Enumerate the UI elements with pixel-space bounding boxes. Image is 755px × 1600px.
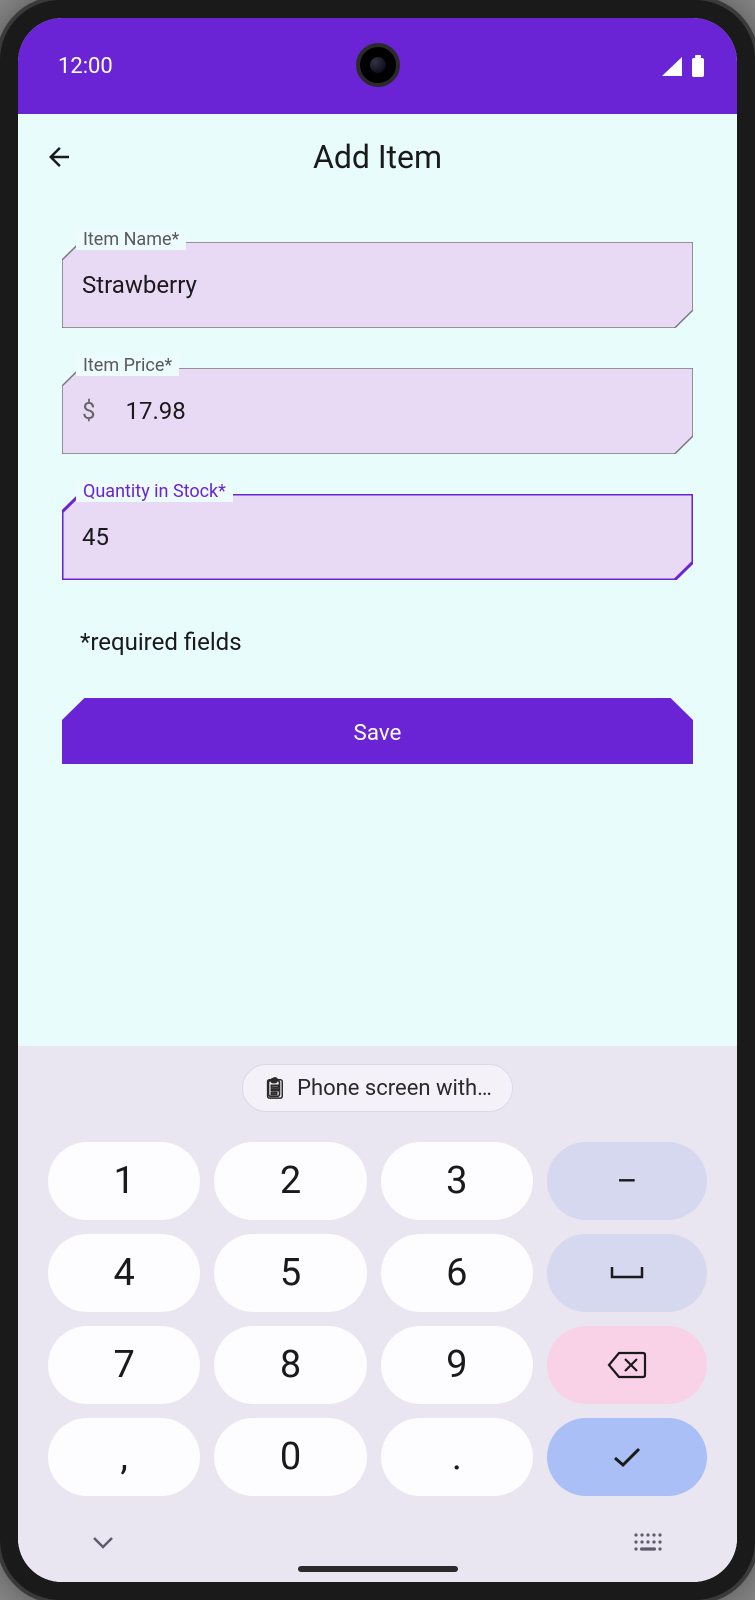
key-3[interactable]: 3 xyxy=(381,1142,533,1220)
status-icons xyxy=(661,55,705,77)
numeric-keypad: 1 2 3 – 4 5 6 7 8 9 , xyxy=(18,1134,737,1504)
key-6[interactable]: 6 xyxy=(381,1234,533,1312)
screen: 12:00 Add Item xyxy=(18,18,737,1582)
key-4[interactable]: 4 xyxy=(48,1234,200,1312)
key-7[interactable]: 7 xyxy=(48,1326,200,1404)
quantity-input[interactable] xyxy=(82,523,673,551)
keyboard-switch-button[interactable] xyxy=(627,1526,669,1562)
add-item-form: Item Name* Item Price* $ xyxy=(18,194,737,784)
item-price-input[interactable] xyxy=(126,397,674,425)
currency-prefix: $ xyxy=(82,397,96,425)
key-5[interactable]: 5 xyxy=(214,1234,366,1312)
keyboard-nav-row xyxy=(18,1504,737,1566)
backspace-icon xyxy=(607,1351,647,1379)
check-icon xyxy=(609,1443,645,1471)
device-frame: 12:00 Add Item xyxy=(0,0,755,1600)
suggestion-chip[interactable]: Phone screen with… xyxy=(242,1064,513,1112)
key-space[interactable] xyxy=(547,1234,707,1312)
key-9[interactable]: 9 xyxy=(381,1326,533,1404)
item-name-label: Item Name* xyxy=(76,229,186,250)
save-button-wrap: Save xyxy=(62,698,693,764)
content-area: Add Item Item Name* xyxy=(18,114,737,1582)
key-1[interactable]: 1 xyxy=(48,1142,200,1220)
item-price-field[interactable]: Item Price* $ xyxy=(62,368,693,454)
home-indicator[interactable] xyxy=(298,1566,458,1572)
signal-icon xyxy=(661,56,683,76)
keyboard: Phone screen with… 1 2 3 – 4 5 6 7 8 xyxy=(18,1046,737,1582)
item-price-label: Item Price* xyxy=(76,355,179,376)
quantity-label: Quantity in Stock* xyxy=(76,481,233,502)
key-comma[interactable]: , xyxy=(48,1418,200,1496)
suggestion-bar: Phone screen with… xyxy=(18,1046,737,1134)
page-title: Add Item xyxy=(36,138,719,176)
clipboard-icon xyxy=(263,1075,285,1101)
collapse-keyboard-button[interactable] xyxy=(86,1529,120,1560)
status-time: 12:00 xyxy=(50,54,113,79)
battery-icon xyxy=(691,55,705,77)
save-button-label: Save xyxy=(354,720,402,746)
key-backspace[interactable] xyxy=(547,1326,707,1404)
key-minus[interactable]: – xyxy=(547,1142,707,1220)
key-period[interactable]: . xyxy=(381,1418,533,1496)
save-button[interactable]: Save xyxy=(62,698,693,764)
chevron-down-icon xyxy=(92,1536,114,1550)
arrow-back-icon xyxy=(44,142,74,172)
key-0[interactable]: 0 xyxy=(214,1418,366,1496)
quantity-field[interactable]: Quantity in Stock* xyxy=(62,494,693,580)
back-button[interactable] xyxy=(36,134,82,184)
camera-notch xyxy=(356,43,400,87)
item-name-input[interactable] xyxy=(82,271,673,299)
key-enter[interactable] xyxy=(547,1418,707,1496)
item-name-field[interactable]: Item Name* xyxy=(62,242,693,328)
key-2[interactable]: 2 xyxy=(214,1142,366,1220)
suggestion-text: Phone screen with… xyxy=(297,1076,492,1101)
space-icon xyxy=(609,1264,645,1282)
keyboard-icon xyxy=(633,1532,663,1552)
app-bar: Add Item xyxy=(18,114,737,194)
required-note: *required fields xyxy=(62,620,693,686)
key-8[interactable]: 8 xyxy=(214,1326,366,1404)
